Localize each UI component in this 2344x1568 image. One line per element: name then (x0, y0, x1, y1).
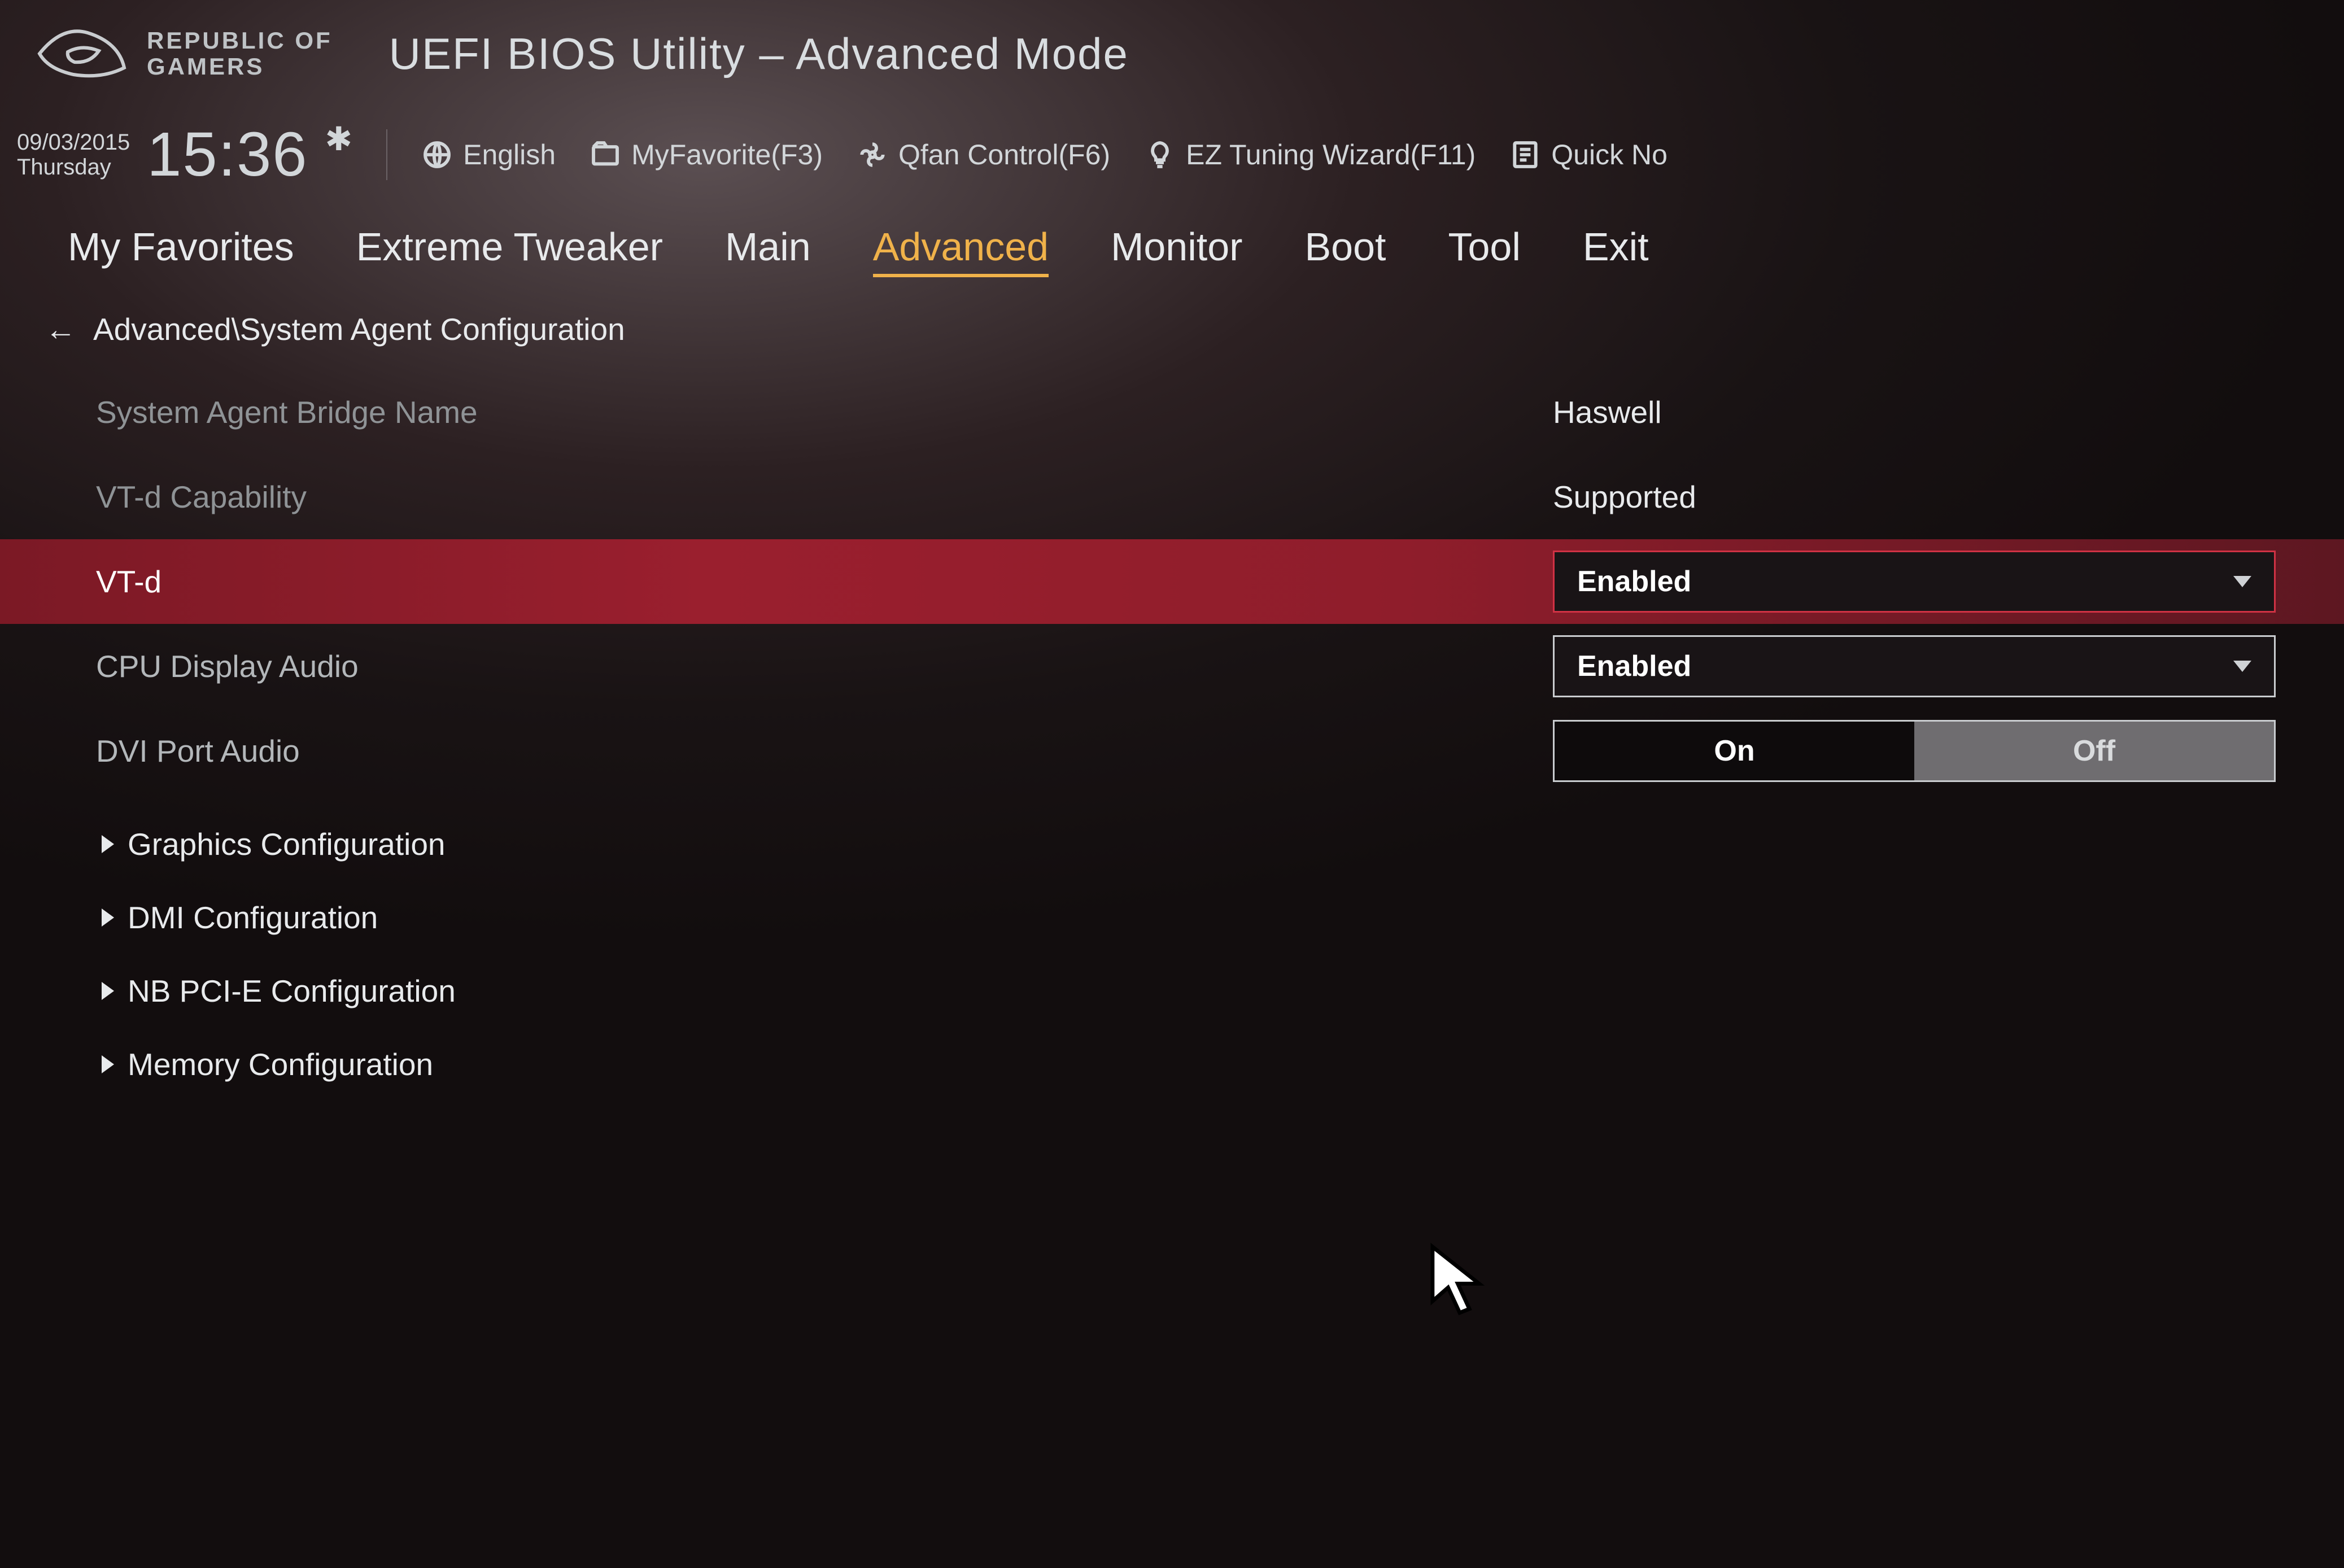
dvi-port-audio-toggle[interactable]: On Off (1553, 720, 2276, 782)
row-vtd[interactable]: VT-d Enabled (0, 539, 2344, 624)
bridge-name-value: Haswell (1553, 394, 1662, 430)
row-bridge-name: System Agent Bridge Name Haswell (96, 370, 2276, 455)
chevron-down-icon (2233, 576, 2251, 587)
cpu-display-audio-label: CPU Display Audio (96, 648, 1553, 684)
submenu-label: DMI Configuration (128, 899, 378, 936)
cpu-display-audio-dropdown[interactable]: Enabled (1553, 635, 2276, 697)
tab-exit[interactable]: Exit (1583, 224, 1649, 277)
language-label: English (463, 138, 556, 171)
star-folder-icon (590, 139, 621, 171)
triangle-right-icon (102, 982, 114, 1000)
vtd-capability-value: Supported (1553, 479, 1696, 515)
submenu-memory-configuration[interactable]: Memory Configuration (102, 1028, 2276, 1101)
myfavorite-label: MyFavorite(F3) (631, 138, 823, 171)
tab-my-favorites[interactable]: My Favorites (68, 224, 294, 277)
triangle-right-icon (102, 1055, 114, 1073)
dvi-port-audio-label: DVI Port Audio (96, 733, 1553, 769)
submenu-nb-pcie-configuration[interactable]: NB PCI-E Configuration (102, 954, 2276, 1028)
tab-boot[interactable]: Boot (1304, 224, 1386, 277)
brand-line2: GAMERS (147, 54, 333, 80)
rog-eye-logo-icon (34, 23, 130, 85)
submenu-label: Memory Configuration (128, 1046, 433, 1082)
tab-advanced[interactable]: Advanced (873, 224, 1049, 277)
toolbar: 09/03/2015 Thursday 15:36 ✱ English MyFa… (0, 102, 2344, 213)
submenu-graphics-configuration[interactable]: Graphics Configuration (102, 807, 2276, 881)
back-arrow-icon[interactable]: ← (45, 311, 76, 347)
brand-line1: REPUBLIC OF (147, 28, 333, 54)
eztuning-label: EZ Tuning Wizard(F11) (1186, 138, 1476, 171)
qfan-button[interactable]: Qfan Control(F6) (857, 138, 1110, 171)
datetime: 09/03/2015 Thursday 15:36 ✱ (17, 119, 352, 190)
time: 15:36 (147, 119, 308, 190)
date: 09/03/2015 (17, 130, 130, 155)
submenu-label: NB PCI-E Configuration (128, 973, 456, 1009)
quicknote-button[interactable]: Quick No (1509, 138, 1668, 171)
breadcrumb-text: Advanced\System Agent Configuration (93, 311, 625, 347)
row-vtd-capability: VT-d Capability Supported (96, 455, 2276, 539)
separator (386, 129, 387, 180)
language-button[interactable]: English (421, 138, 556, 171)
day: Thursday (17, 155, 130, 180)
settings-panel: System Agent Bridge Name Haswell VT-d Ca… (0, 359, 2344, 1115)
row-cpu-display-audio[interactable]: CPU Display Audio Enabled (96, 624, 2276, 709)
vtd-capability-label: VT-d Capability (96, 479, 1553, 515)
vtd-value: Enabled (1577, 565, 1691, 599)
fan-icon (857, 139, 888, 171)
globe-icon (421, 139, 453, 171)
bulb-icon (1144, 139, 1176, 171)
myfavorite-button[interactable]: MyFavorite(F3) (590, 138, 823, 171)
toggle-off[interactable]: Off (1914, 722, 2274, 780)
tab-extreme-tweaker[interactable]: Extreme Tweaker (356, 224, 663, 277)
row-dvi-port-audio[interactable]: DVI Port Audio On Off (96, 709, 2276, 793)
cpu-display-audio-value: Enabled (1577, 649, 1691, 683)
toggle-on[interactable]: On (1555, 722, 1914, 780)
eztuning-button[interactable]: EZ Tuning Wizard(F11) (1144, 138, 1476, 171)
mouse-cursor-icon (1429, 1242, 1491, 1321)
triangle-right-icon (102, 835, 114, 853)
settings-gear-icon[interactable]: ✱ (325, 120, 352, 158)
submenu-label: Graphics Configuration (128, 826, 446, 862)
submenu-list: Graphics Configuration DMI Configuration… (96, 793, 2276, 1115)
main-tabs: My Favorites Extreme Tweaker Main Advanc… (0, 213, 2344, 294)
quicknote-label: Quick No (1551, 138, 1668, 171)
note-icon (1509, 139, 1541, 171)
vtd-dropdown[interactable]: Enabled (1553, 551, 2276, 613)
triangle-right-icon (102, 909, 114, 927)
brand: REPUBLIC OF GAMERS (34, 23, 333, 85)
tab-main[interactable]: Main (725, 224, 811, 277)
header: REPUBLIC OF GAMERS UEFI BIOS Utility – A… (0, 23, 2344, 102)
vtd-label: VT-d (96, 564, 1553, 600)
bridge-name-label: System Agent Bridge Name (96, 394, 1553, 430)
tab-monitor[interactable]: Monitor (1111, 224, 1242, 277)
chevron-down-icon (2233, 661, 2251, 672)
page-title: UEFI BIOS Utility – Advanced Mode (389, 28, 1129, 80)
submenu-dmi-configuration[interactable]: DMI Configuration (102, 881, 2276, 954)
tab-tool[interactable]: Tool (1448, 224, 1520, 277)
qfan-label: Qfan Control(F6) (898, 138, 1110, 171)
breadcrumb[interactable]: ← Advanced\System Agent Configuration (0, 294, 2344, 359)
